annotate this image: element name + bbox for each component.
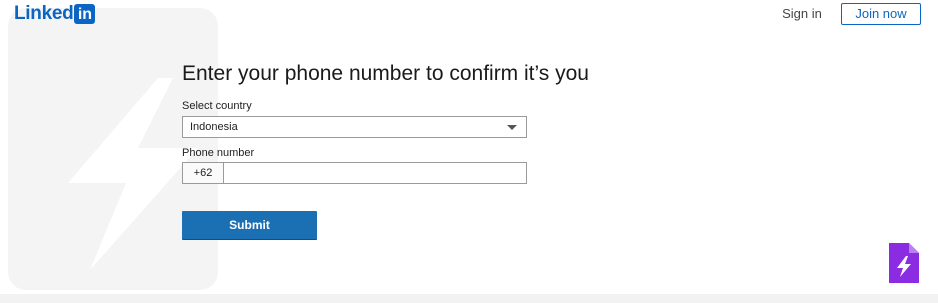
bottom-band bbox=[0, 294, 938, 303]
phone-country-code: +62 bbox=[183, 163, 224, 183]
phone-number-input[interactable] bbox=[224, 163, 526, 183]
logo-box: in bbox=[74, 4, 96, 24]
phone-field: +62 bbox=[182, 162, 527, 184]
page: Linked in Sign in Join now Enter your ph… bbox=[0, 0, 938, 303]
join-now-button[interactable]: Join now bbox=[841, 3, 921, 25]
chevron-down-icon bbox=[507, 125, 517, 130]
page-title: Enter your phone number to confirm it’s … bbox=[182, 62, 589, 85]
lightning-document-icon bbox=[889, 243, 919, 283]
country-select-value: Indonesia bbox=[190, 121, 238, 133]
linkedin-logo[interactable]: Linked in bbox=[14, 3, 96, 25]
phone-label: Phone number bbox=[182, 147, 255, 159]
sign-in-link[interactable]: Sign in bbox=[772, 4, 832, 24]
submit-button[interactable]: Submit bbox=[182, 211, 317, 239]
country-select[interactable]: Indonesia bbox=[182, 116, 527, 138]
country-label: Select country bbox=[182, 100, 252, 112]
logo-text: Linked bbox=[14, 3, 74, 24]
